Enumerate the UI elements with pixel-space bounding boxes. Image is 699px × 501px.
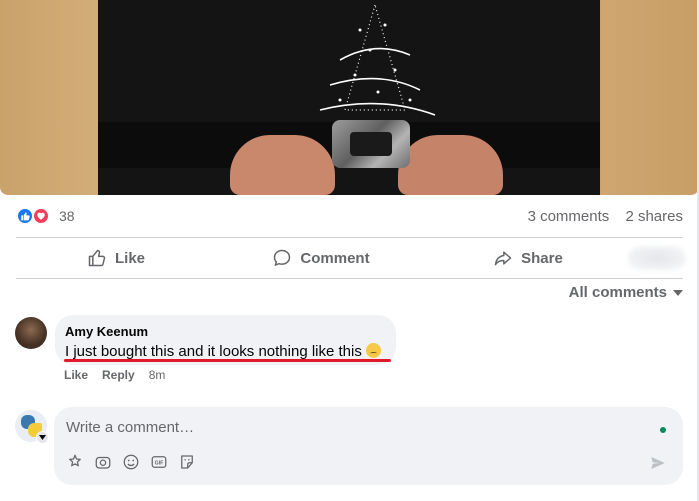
red-underline-annotation <box>64 359 391 362</box>
status-dot <box>660 427 666 433</box>
share-button[interactable]: Share <box>428 240 628 276</box>
comment-meta: Like Reply 8m <box>64 368 165 382</box>
post-stats: 38 3 comments 2 shares <box>16 205 683 227</box>
post-photo[interactable] <box>0 0 699 195</box>
chevron-down-icon[interactable] <box>36 431 49 444</box>
like-button[interactable]: Like <box>16 240 216 276</box>
heart-icon <box>32 207 50 225</box>
reaction-count[interactable]: 38 <box>59 208 75 224</box>
post-actions: Like Comment Share <box>16 240 683 276</box>
svg-text:GIF: GIF <box>155 461 165 467</box>
divider-top <box>16 237 683 238</box>
right-hand <box>398 135 503 195</box>
composer-tools: GIF <box>66 453 196 471</box>
belt-buckle <box>332 120 410 168</box>
like-label: Like <box>114 249 145 267</box>
comment-filter-label: All comments <box>568 284 667 301</box>
reaction-icons[interactable] <box>16 207 54 225</box>
caret-down-icon <box>673 289 683 296</box>
comment-timestamp[interactable]: 8m <box>149 368 166 382</box>
sticker-icon[interactable] <box>178 453 196 471</box>
comment-like-link[interactable]: Like <box>64 368 88 382</box>
comment-button[interactable]: Comment <box>221 240 421 276</box>
send-icon[interactable] <box>649 454 667 477</box>
sparkle-tree-graphic <box>319 2 436 116</box>
comment-reply-link[interactable]: Reply <box>102 368 135 382</box>
thumbs-up-outline-icon <box>88 249 106 267</box>
comment-author[interactable]: Amy Keenum <box>65 324 386 339</box>
comment-filter-dropdown[interactable]: All comments <box>569 284 683 301</box>
comment-bubble: Amy Keenum I just bought this and it loo… <box>55 315 396 365</box>
comment-composer: GIF <box>54 407 683 485</box>
comments-count-link[interactable]: 3 comments <box>528 208 610 225</box>
engagement-counts: 3 comments 2 shares <box>516 208 683 225</box>
left-hand <box>230 135 335 195</box>
share-arrow-icon <box>494 251 512 266</box>
share-label: Share <box>521 249 563 267</box>
gif-icon[interactable]: GIF <box>150 453 168 471</box>
blurred-avatar-selector[interactable] <box>628 246 686 270</box>
camera-icon[interactable] <box>94 453 112 471</box>
speech-bubble-icon <box>274 249 291 266</box>
comment-text: I just bought this and it looks nothing … <box>65 343 386 360</box>
comment-label: Comment <box>300 249 370 267</box>
disappointed-face-icon <box>365 343 381 358</box>
thumbs-up-icon <box>16 207 34 225</box>
comment-input[interactable] <box>64 415 628 439</box>
avatar-sticker-icon[interactable] <box>66 453 84 471</box>
comment-text-body: I just bought this and it looks nothing … <box>65 343 362 360</box>
avatar[interactable] <box>15 317 47 349</box>
shares-count-link[interactable]: 2 shares <box>625 208 683 225</box>
divider-bottom <box>16 278 683 279</box>
smiley-icon[interactable] <box>122 453 140 471</box>
